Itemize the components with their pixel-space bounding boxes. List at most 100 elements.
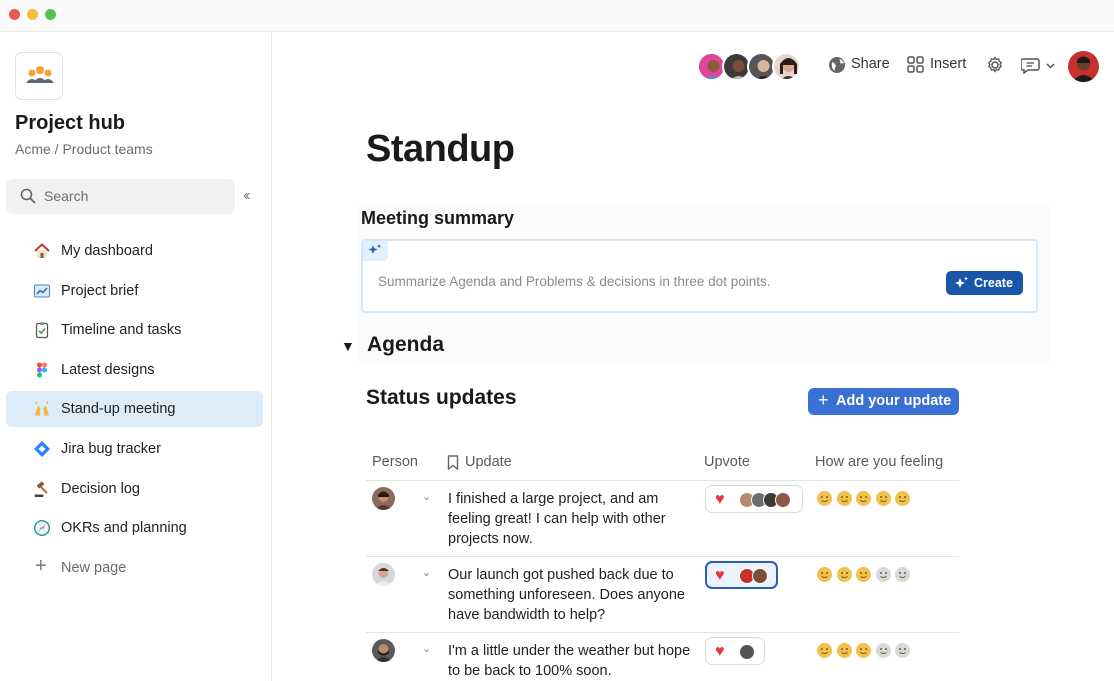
emoji-face-icon[interactable] — [817, 491, 832, 506]
row-expand-chevron-icon[interactable]: ⌄ — [422, 642, 431, 655]
sidebar-item-timeline-and-tasks[interactable]: Timeline and tasks — [6, 312, 263, 348]
sidebar-nav: My dashboard Project brief Timeline and … — [6, 233, 263, 589]
sidebar-item-okrs-and-planning[interactable]: OKRs and planning — [6, 510, 263, 546]
upvote-button-selected[interactable]: ♥ — [705, 561, 778, 589]
update-text[interactable]: Our launch got pushed back due to someth… — [448, 565, 698, 625]
emoji-face-icon[interactable] — [856, 643, 871, 658]
figma-icon — [37, 362, 47, 378]
emoji-face-icon[interactable] — [836, 643, 852, 658]
user-avatar[interactable] — [1068, 51, 1099, 82]
insert-grid-icon — [907, 56, 924, 73]
create-label: Create — [974, 276, 1013, 290]
gavel-icon — [34, 481, 48, 497]
column-header-person: Person — [372, 454, 418, 470]
sidebar-item-latest-designs[interactable]: Latest designs — [6, 352, 263, 388]
feeling-rating[interactable] — [817, 643, 915, 663]
plus-icon: + — [818, 390, 829, 410]
emoji-face-icon[interactable] — [875, 567, 891, 582]
house-icon — [34, 243, 50, 258]
workspace-breadcrumb: Acme / Product teams — [15, 141, 153, 157]
ai-prompt-text[interactable]: Summarize Agenda and Problems & decision… — [378, 274, 770, 289]
feeling-rating[interactable] — [817, 491, 915, 511]
person-avatar[interactable] — [372, 487, 395, 510]
create-summary-button[interactable]: Create — [946, 271, 1023, 295]
heart-icon: ♥ — [715, 491, 725, 508]
maximize-window-button[interactable] — [45, 9, 56, 20]
new-page-button[interactable]: + New page — [6, 550, 263, 586]
agenda-heading: Agenda — [367, 333, 445, 356]
heart-icon: ♥ — [715, 567, 725, 584]
emoji-face-icon[interactable] — [817, 567, 832, 582]
voter-avatar — [739, 644, 755, 660]
emoji-face-icon[interactable] — [836, 491, 852, 506]
update-text[interactable]: I finished a large project, and am feeli… — [448, 489, 698, 549]
search-input[interactable]: Search — [6, 179, 235, 214]
feeling-rating[interactable] — [817, 567, 915, 587]
table-row: ⌄ Our launch got pushed back due to some… — [366, 557, 959, 633]
emoji-face-icon[interactable] — [895, 491, 910, 506]
share-button[interactable]: Share — [851, 56, 890, 72]
plus-icon: + — [35, 554, 47, 577]
sidebar-item-label: Project brief — [61, 282, 139, 299]
emoji-face-icon[interactable] — [856, 567, 871, 582]
emoji-face-icon[interactable] — [856, 491, 871, 506]
sparkle-icon — [368, 244, 382, 254]
upvote-button[interactable]: ♥ — [705, 637, 765, 665]
emoji-face-icon[interactable] — [875, 643, 891, 658]
new-page-label: New page — [61, 559, 127, 576]
sidebar-item-my-dashboard[interactable]: My dashboard — [6, 233, 263, 269]
column-header-feeling: How are you feeling — [815, 454, 944, 470]
add-update-label: Add your update — [836, 393, 952, 409]
emoji-face-icon[interactable] — [836, 567, 852, 582]
ai-summary-box[interactable]: Summarize Agenda and Problems & decision… — [361, 239, 1038, 313]
row-expand-chevron-icon[interactable]: ⌄ — [422, 566, 431, 579]
sidebar-item-project-brief[interactable]: Project brief — [6, 273, 263, 309]
sidebar-item-stand-up-meeting[interactable]: Stand-up meeting — [6, 391, 263, 428]
row-expand-chevron-icon[interactable]: ⌄ — [422, 490, 431, 503]
project-title: Project hub — [15, 112, 126, 134]
status-updates-heading: Status updates — [366, 386, 517, 409]
search-placeholder: Search — [44, 188, 89, 204]
column-header-update: Update — [465, 454, 512, 470]
update-text[interactable]: I'm a little under the weather but hope … — [448, 641, 698, 681]
heart-icon: ♥ — [715, 643, 725, 660]
close-window-button[interactable] — [9, 9, 20, 20]
project-hub-icon — [15, 52, 63, 100]
ai-sparkle-badge — [363, 241, 388, 261]
emoji-face-icon[interactable] — [895, 643, 910, 658]
sidebar-item-label: Decision log — [61, 480, 140, 497]
insert-button[interactable]: Insert — [930, 56, 966, 72]
sidebar-item-label: Timeline and tasks — [61, 322, 182, 339]
upvote-button[interactable]: ♥ — [705, 485, 803, 513]
column-header-upvote: Upvote — [704, 454, 750, 470]
settings-gear-icon[interactable] — [986, 56, 1004, 74]
sidebar: Project hub Acme / Product teams Search … — [0, 32, 272, 681]
sidebar-item-label: Stand-up meeting — [61, 401, 176, 418]
jira-icon — [34, 440, 50, 457]
person-avatar[interactable] — [372, 563, 395, 586]
sidebar-item-label: Jira bug tracker — [61, 440, 161, 457]
sidebar-item-decision-log[interactable]: Decision log — [6, 471, 263, 507]
minimize-window-button[interactable] — [27, 9, 38, 20]
emoji-face-icon[interactable] — [817, 643, 832, 658]
meeting-summary-heading: Meeting summary — [361, 208, 515, 228]
agenda-toggle-triangle-icon[interactable]: ▼ — [341, 338, 355, 354]
table-row: ⌄ I finished a large project, and am fee… — [366, 481, 959, 557]
emoji-face-icon[interactable] — [895, 567, 910, 582]
sidebar-item-jira-bug-tracker[interactable]: Jira bug tracker — [6, 431, 263, 467]
table-row: ⌄ I'm a little under the weather but hop… — [366, 633, 959, 681]
sidebar-item-label: My dashboard — [61, 243, 153, 259]
collapse-sidebar-icon[interactable]: ‹‹ — [243, 187, 250, 205]
emoji-face-icon[interactable] — [875, 491, 891, 506]
add-your-update-button[interactable]: + Add your update — [808, 388, 959, 415]
chart-icon — [34, 284, 50, 298]
chevron-down-icon[interactable] — [1046, 63, 1055, 69]
sidebar-item-label: Latest designs — [61, 361, 155, 378]
comments-icon[interactable] — [1021, 57, 1041, 74]
bookmark-icon — [447, 455, 459, 470]
person-avatar[interactable] — [372, 639, 395, 662]
avatar[interactable] — [772, 52, 801, 81]
clipboard-check-icon — [35, 322, 49, 339]
page-title: Standup — [366, 128, 515, 170]
raised-hands-icon — [35, 402, 49, 417]
